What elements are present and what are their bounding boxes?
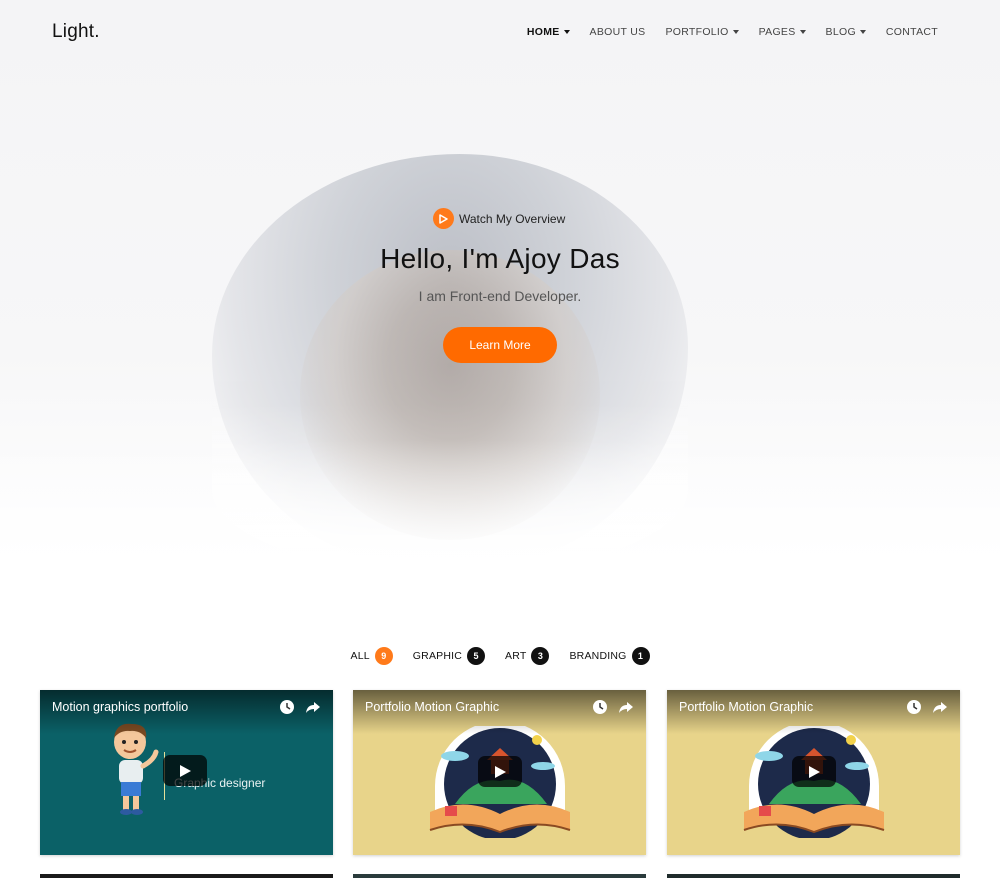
share-icon[interactable] [932, 699, 948, 715]
nav-item-label: CONTACT [885, 26, 938, 38]
main-nav: HOME ABOUT US PORTFOLIO PAGES BLOG CONTA… [507, 26, 938, 38]
hero-fade [0, 440, 1000, 590]
filter-art[interactable]: ART 3 [505, 647, 550, 665]
chevron-down-icon [563, 30, 570, 34]
chevron-down-icon [732, 30, 739, 34]
portfolio-video-card[interactable]: Graphic designer Motion graphics portfol… [40, 690, 333, 855]
card-actions [592, 699, 634, 715]
share-icon[interactable] [305, 699, 321, 715]
nav-item-home[interactable]: HOME [527, 26, 570, 38]
filter-label: ART [505, 650, 527, 662]
portfolio-filters: ALL 9 GRAPHIC 5 ART 3 BRANDING 1 [0, 647, 1000, 665]
play-icon[interactable] [477, 756, 522, 787]
site-logo[interactable]: Light. [52, 21, 100, 43]
share-icon[interactable] [618, 699, 634, 715]
hero-title: Hello, I'm Ajoy Das [380, 243, 620, 274]
chevron-down-icon [859, 30, 866, 34]
portfolio-video-card[interactable]: Portfolio Motion Graphic [353, 690, 646, 855]
clock-icon[interactable] [906, 699, 922, 715]
next-row-card-edge [667, 874, 960, 878]
next-row-card-edge [40, 874, 333, 878]
count-badge: 1 [631, 647, 650, 665]
play-icon[interactable] [791, 756, 836, 787]
filter-label: GRAPHIC [412, 650, 463, 662]
filter-all[interactable]: ALL 9 [351, 647, 393, 665]
learn-more-button[interactable]: Learn More [443, 327, 557, 363]
filter-graphic[interactable]: GRAPHIC 5 [412, 647, 486, 665]
nav-item-portfolio[interactable]: PORTFOLIO [665, 26, 739, 38]
card-actions [906, 699, 948, 715]
card-title: Motion graphics portfolio [52, 700, 189, 714]
nav-item-label: HOME [526, 26, 560, 38]
clock-icon[interactable] [592, 699, 608, 715]
card-title: Portfolio Motion Graphic [679, 700, 814, 714]
card-title: Portfolio Motion Graphic [365, 700, 500, 714]
nav-item-label: ABOUT US [589, 26, 646, 38]
nav-item-label: PAGES [758, 26, 796, 38]
card-actions [279, 699, 321, 715]
count-badge: 5 [467, 647, 486, 665]
clock-icon[interactable] [279, 699, 295, 715]
count-badge: 9 [374, 647, 393, 665]
filter-label: ALL [350, 650, 370, 662]
next-row-card-edge [353, 874, 646, 878]
portfolio-video-card[interactable]: Portfolio Motion Graphic [667, 690, 960, 855]
watch-overview-link[interactable]: Watch My Overview [433, 208, 565, 229]
nav-item-blog[interactable]: BLOG [826, 26, 866, 38]
nav-item-pages[interactable]: PAGES [759, 26, 806, 38]
nav-item-label: PORTFOLIO [665, 26, 729, 38]
play-icon [433, 208, 454, 229]
nav-item-label: BLOG [825, 26, 856, 38]
hero-subtitle: I am Front-end Developer. [418, 288, 582, 304]
filter-branding[interactable]: BRANDING 1 [569, 647, 650, 665]
nav-item-contact[interactable]: CONTACT [886, 26, 938, 38]
watch-overview-label: Watch My Overview [459, 211, 566, 226]
play-icon[interactable] [163, 755, 207, 786]
count-badge: 3 [531, 647, 550, 665]
filter-label: BRANDING [569, 650, 627, 662]
chevron-down-icon [799, 30, 806, 34]
nav-item-about-us[interactable]: ABOUT US [590, 26, 646, 38]
